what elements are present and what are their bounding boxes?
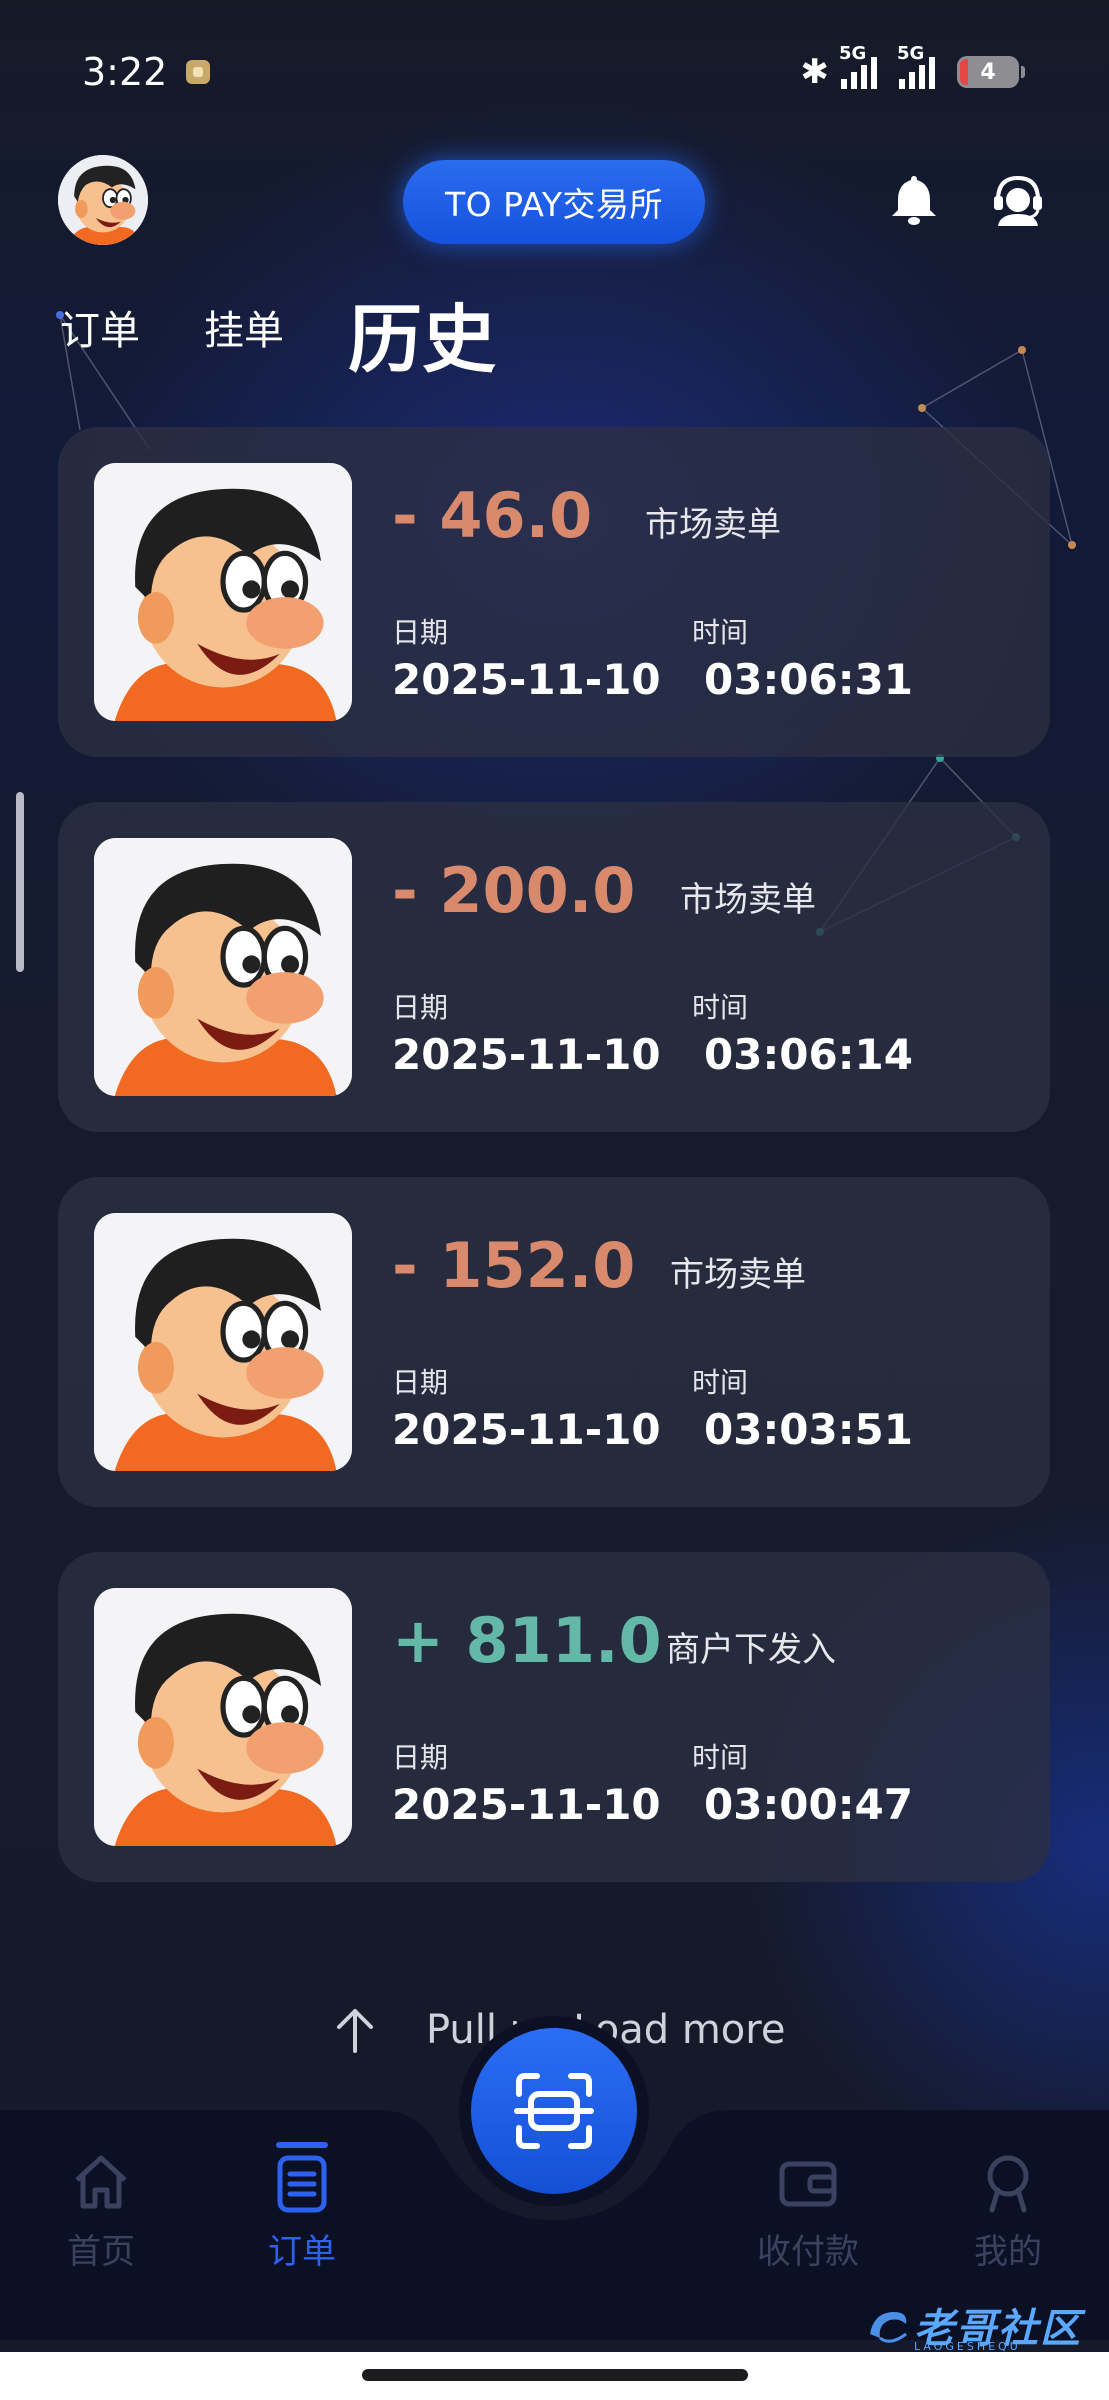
status-icons: ✱ 5G 5G 4	[800, 43, 1025, 94]
record-date: 2025-11-10	[392, 1780, 661, 1829]
record-time: 03:06:31	[704, 655, 913, 704]
record-type: 市场卖单	[680, 880, 816, 920]
record-type: 市场卖单	[645, 505, 781, 545]
record-date: 2025-11-10	[392, 1030, 661, 1079]
nav-profile-label: 我的	[974, 2232, 1042, 2272]
history-record-card[interactable]: + 811.0 商户下发入 日期 时间 2025-11-10 03:00:47	[58, 1552, 1050, 1882]
wallet-icon	[779, 2161, 837, 2207]
record-avatar-image	[94, 463, 352, 721]
scan-button[interactable]	[471, 2028, 637, 2194]
cartoon-avatar-icon	[94, 1213, 352, 1471]
time-label: 时间	[692, 1741, 749, 1774]
time-label: 时间	[692, 616, 749, 649]
nav-payments-label: 收付款	[757, 2232, 859, 2272]
active-tab-indicator	[276, 2142, 328, 2148]
cartoon-avatar-icon	[94, 463, 352, 721]
user-avatar[interactable]	[58, 155, 148, 245]
dragon-logo-icon	[870, 2312, 907, 2343]
record-amount: - 200.0	[392, 854, 636, 927]
record-type: 商户下发入	[666, 1630, 836, 1670]
watermark-logo: 老哥社区 LAOGESHEQU	[866, 2300, 1106, 2360]
tab-history[interactable]: 历史	[348, 280, 496, 387]
record-amount: + 811.0	[392, 1604, 662, 1677]
record-amount: - 152.0	[392, 1229, 636, 1302]
battery-icon: 4	[957, 56, 1025, 88]
history-record-card[interactable]: - 46.0 市场卖单 日期 时间 2025-11-10 03:06:31	[58, 427, 1050, 757]
support-agent-icon[interactable]	[988, 170, 1048, 230]
arrow-up-icon	[337, 2009, 373, 2053]
record-time: 03:00:47	[704, 1780, 913, 1829]
nav-profile[interactable]: 我的	[938, 2150, 1078, 2273]
record-avatar-image	[94, 1588, 352, 1846]
record-date: 2025-11-10	[392, 1405, 661, 1454]
record-type: 市场卖单	[670, 1255, 806, 1295]
home-indicator[interactable]	[362, 2369, 748, 2381]
date-label: 日期	[392, 616, 449, 649]
tab-pending-orders[interactable]: 挂单	[204, 298, 284, 356]
nav-orders[interactable]: 订单	[232, 2150, 372, 2273]
bell-icon[interactable]	[884, 170, 944, 230]
bluetooth-icon: ✱	[800, 52, 830, 92]
time-label: 时间	[692, 1366, 749, 1399]
user-icon	[987, 2155, 1029, 2213]
signal-icon: 5G	[897, 43, 935, 89]
notification-icon	[186, 60, 210, 84]
record-avatar-image	[94, 1213, 352, 1471]
date-label: 日期	[392, 991, 449, 1024]
record-time: 03:03:51	[704, 1405, 913, 1454]
home-icon	[75, 2155, 127, 2209]
cartoon-avatar-icon	[94, 838, 352, 1096]
cartoon-avatar-icon	[94, 1588, 352, 1846]
record-amount: - 46.0	[392, 479, 593, 552]
record-avatar-image	[94, 838, 352, 1096]
history-record-card[interactable]: - 200.0 市场卖单 日期 时间 2025-11-10 03:06:14	[58, 802, 1050, 1132]
nav-home[interactable]: 首页	[31, 2150, 171, 2273]
date-label: 日期	[392, 1366, 449, 1399]
date-label: 日期	[392, 1741, 449, 1774]
record-time: 03:06:14	[704, 1030, 913, 1079]
scan-icon	[514, 2073, 594, 2149]
clipboard-list-icon	[277, 2155, 327, 2213]
cartoon-avatar-icon	[58, 155, 148, 245]
time-label: 时间	[692, 991, 749, 1024]
scroll-indicator	[16, 792, 24, 972]
record-date: 2025-11-10	[392, 655, 661, 704]
watermark-subtext: LAOGESHEQU	[914, 2340, 1021, 2353]
nav-home-label: 首页	[67, 2232, 135, 2272]
exchange-brand-button[interactable]: TO PAY交易所	[403, 160, 705, 244]
tab-orders[interactable]: 订单	[60, 298, 140, 356]
status-bar: 3:22 ✱ 5G 5G 4	[0, 0, 1109, 145]
signal-icon: 5G	[839, 43, 877, 89]
history-record-card[interactable]: - 152.0 市场卖单 日期 时间 2025-11-10 03:03:51	[58, 1177, 1050, 1507]
status-time: 3:22	[82, 50, 168, 94]
nav-payments[interactable]: 收付款	[738, 2150, 878, 2273]
nav-orders-label: 订单	[268, 2232, 336, 2272]
